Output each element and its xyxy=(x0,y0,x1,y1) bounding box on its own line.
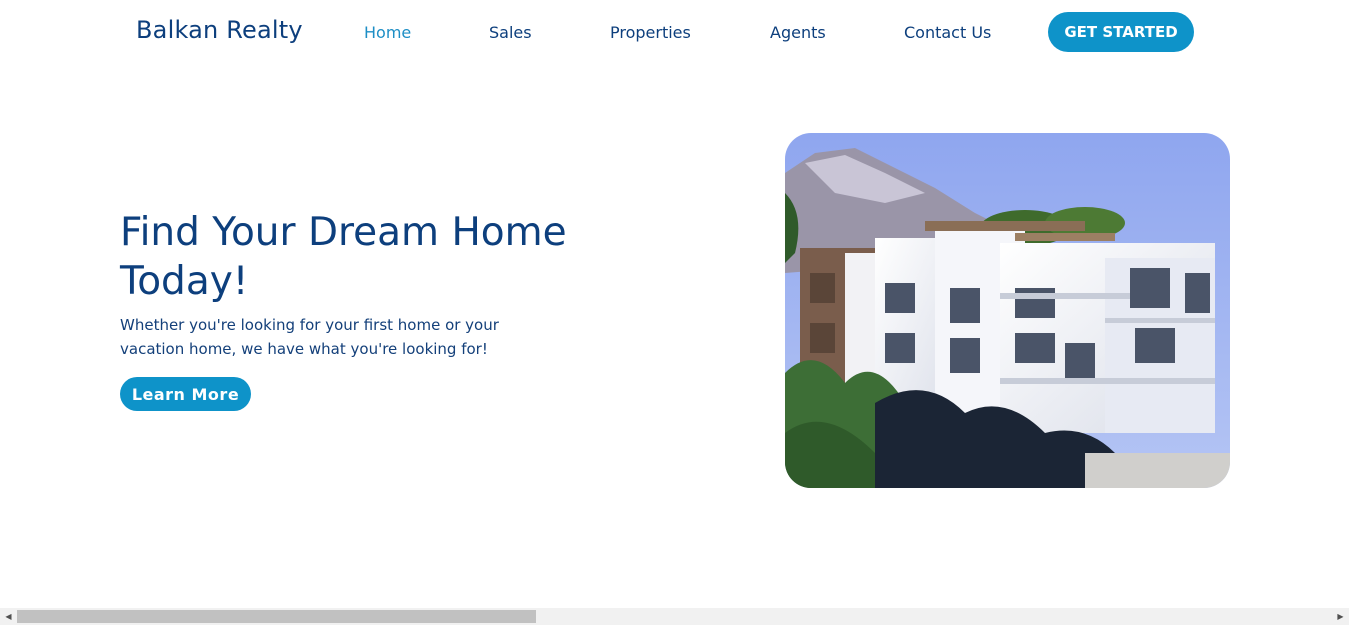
nav-link-sales[interactable]: Sales xyxy=(489,23,532,42)
learn-more-button[interactable]: Learn More xyxy=(120,377,251,411)
nav-link-home[interactable]: Home xyxy=(364,23,411,42)
arrow-right-icon[interactable]: ▶ xyxy=(1332,608,1349,625)
get-started-button[interactable]: GET STARTED xyxy=(1048,12,1194,52)
building-photo-icon xyxy=(785,133,1230,488)
nav-link-contact-us[interactable]: Contact Us xyxy=(904,23,991,42)
arrow-left-icon[interactable]: ◀ xyxy=(0,608,17,625)
hero-building-image xyxy=(785,133,1230,488)
brand-logo[interactable]: Balkan Realty xyxy=(136,16,303,44)
hero-subtitle: Whether you're looking for your first ho… xyxy=(120,316,499,358)
hero-title: Find Your Dream Home Today! xyxy=(120,210,567,304)
horizontal-scrollbar[interactable]: ◀ ▶ xyxy=(0,608,1349,625)
nav-link-agents[interactable]: Agents xyxy=(770,23,826,42)
nav-link-properties[interactable]: Properties xyxy=(610,23,691,42)
scrollbar-thumb[interactable] xyxy=(17,610,536,623)
navbar: Balkan Realty Home Sales Properties Agen… xyxy=(0,0,1349,64)
